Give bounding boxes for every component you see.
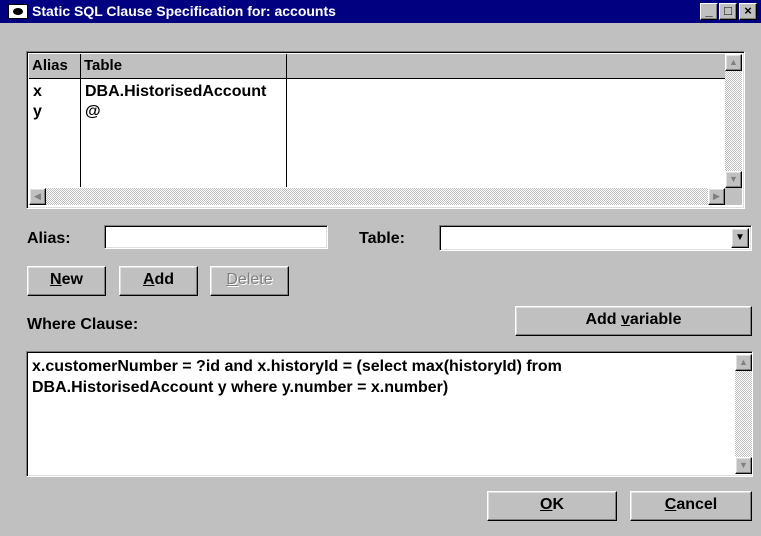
add-variable-label-part2: ariable [629, 311, 682, 328]
title-bar[interactable]: Static SQL Clause Specification for: acc… [0, 0, 761, 23]
add-variable-mnemonic: v [621, 311, 630, 328]
alias-label: Alias: [27, 230, 71, 247]
ok-button-label: K [552, 496, 564, 513]
delete-mnemonic: D [226, 271, 238, 288]
add-button[interactable]: Add [119, 266, 198, 296]
grid-vertical-scrollbar[interactable]: ▲ ▼ [725, 54, 742, 188]
where-clause-text[interactable]: x.customerNumber = ?id and x.historyId =… [32, 356, 732, 398]
add-button-label: dd [154, 271, 175, 288]
table-grid[interactable]: Alias Table x DBA.HistorisedAccount y @ … [26, 51, 745, 209]
arrow-down-icon[interactable]: ▼ [735, 457, 752, 474]
cancel-mnemonic: C [664, 496, 677, 513]
scrollbar-corner [725, 188, 742, 205]
table-cell[interactable]: DBA.HistorisedAccount [81, 82, 266, 102]
chevron-down-icon[interactable]: ▼ [731, 228, 749, 248]
column-header-table[interactable]: Table [81, 54, 287, 79]
table-cell[interactable]: @ [81, 102, 101, 122]
minimize-button[interactable]: _ [700, 3, 718, 20]
window-title: Static SQL Clause Specification for: acc… [32, 3, 336, 19]
cancel-button[interactable]: Cancel [630, 491, 752, 521]
ok-mnemonic: O [539, 496, 553, 513]
ok-button[interactable]: OK [487, 491, 617, 521]
new-button-label: ew [61, 271, 83, 288]
alias-cell[interactable]: x [29, 82, 42, 102]
column-header-alias[interactable]: Alias [29, 54, 81, 79]
arrow-down-icon[interactable]: ▼ [725, 171, 742, 188]
new-mnemonic: N [50, 271, 62, 288]
maximize-button[interactable]: □ [719, 3, 737, 20]
column-divider [286, 79, 287, 187]
add-variable-button[interactable]: Add variable [515, 306, 752, 336]
add-variable-label-part1: Add [585, 311, 622, 328]
delete-button-label: elete [237, 271, 273, 288]
arrow-right-icon[interactable]: ▶ [708, 188, 725, 205]
arrow-up-icon[interactable]: ▲ [735, 354, 752, 371]
eye-icon[interactable] [8, 4, 28, 19]
alias-input[interactable] [104, 225, 328, 249]
cancel-button-label: ancel [676, 496, 718, 513]
table-label: Table: [359, 230, 405, 247]
alias-cell[interactable]: y [29, 102, 42, 122]
delete-button[interactable]: Delete [210, 266, 289, 296]
add-mnemonic: A [142, 271, 155, 288]
grid-horizontal-scrollbar[interactable]: ◀ ▶ [29, 188, 725, 205]
where-vertical-scrollbar[interactable]: ▲ ▼ [735, 354, 752, 474]
column-header-empty [287, 54, 725, 79]
arrow-up-icon[interactable]: ▲ [725, 54, 742, 71]
where-clause-textarea[interactable]: x.customerNumber = ?id and x.historyId =… [26, 351, 753, 477]
close-button[interactable]: × [739, 3, 757, 20]
arrow-left-icon[interactable]: ◀ [29, 188, 46, 205]
table-dropdown[interactable]: ▼ [439, 225, 752, 251]
where-clause-label: Where Clause: [27, 316, 139, 333]
new-button[interactable]: New [27, 266, 106, 296]
